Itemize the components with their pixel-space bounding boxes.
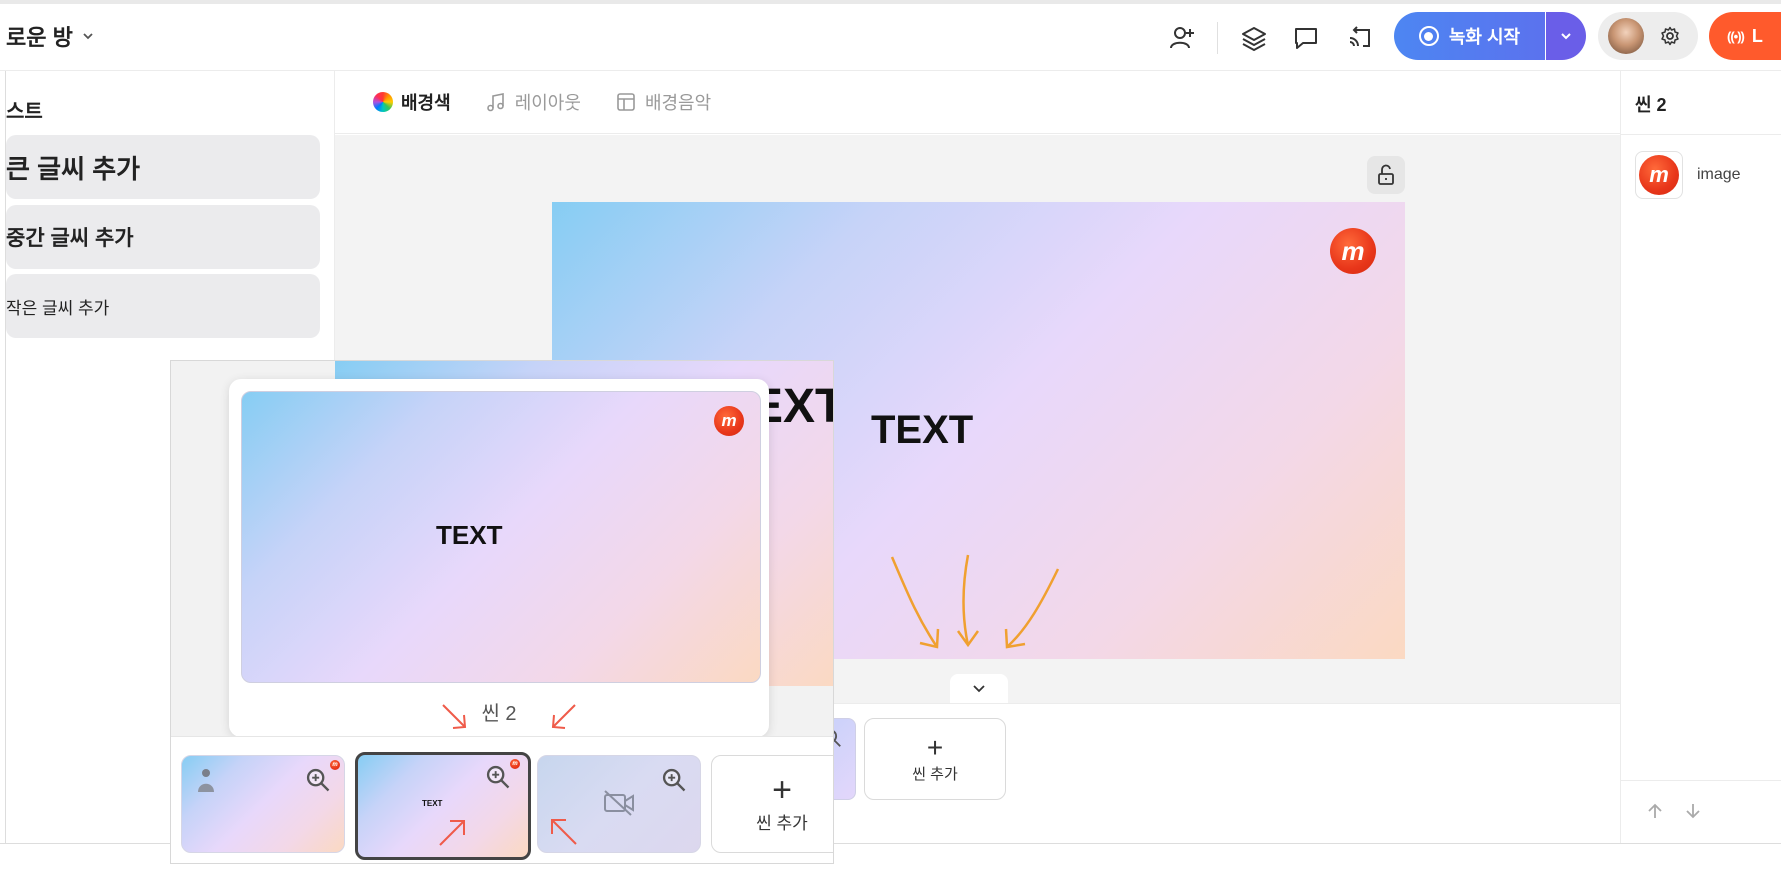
profile-settings-pill bbox=[1598, 12, 1698, 60]
person-figure-icon bbox=[194, 766, 218, 794]
sidebar-item-medium-text[interactable]: 중간 글씨 추가 bbox=[6, 205, 320, 269]
chat-icon[interactable] bbox=[1288, 20, 1324, 56]
add-scene-label: 씬 추가 bbox=[912, 765, 958, 783]
room-title-dropdown[interactable]: 로운 방 bbox=[6, 20, 95, 52]
record-button-group: 녹화 시작 bbox=[1394, 12, 1586, 60]
tab-label: 배경색 bbox=[401, 93, 451, 113]
chevron-down-icon bbox=[1561, 33, 1571, 40]
scene-thumb-1[interactable]: m bbox=[181, 755, 345, 853]
plus-icon: + bbox=[926, 731, 944, 763]
add-scene-label: 씬 추가 bbox=[756, 813, 808, 833]
header-bar: 로운 방 녹화 시작 ((•)) L bbox=[0, 4, 1781, 71]
record-start-button[interactable]: 녹화 시작 bbox=[1394, 12, 1545, 60]
preview-text: TEXT bbox=[436, 520, 503, 550]
layer-order-controls bbox=[1645, 801, 1703, 821]
sidebar-item-small-text[interactable]: 작은 글씨 추가 bbox=[6, 274, 320, 338]
zoom-inset: EXT m TEXT 씬 2 m TEXT m bbox=[170, 360, 834, 864]
tab-background-color[interactable]: 배경색 bbox=[373, 89, 451, 115]
sidebar-item-label: 작은 글씨 추가 bbox=[6, 298, 110, 318]
mobizen-logo: m bbox=[330, 760, 340, 770]
mobizen-logo: m bbox=[510, 759, 520, 769]
arrow-down-icon[interactable] bbox=[1683, 801, 1703, 821]
mobizen-logo: m bbox=[1639, 155, 1679, 195]
header-divider bbox=[1217, 22, 1218, 54]
thumb-text: TEXT bbox=[422, 799, 443, 808]
zoom-in-icon[interactable] bbox=[660, 766, 688, 794]
invite-user-icon[interactable] bbox=[1164, 20, 1200, 56]
sidebar-item-label: 큰 글씨 추가 bbox=[6, 153, 141, 184]
popup-pointer-arrows bbox=[442, 704, 576, 729]
scene-preview-popup: m TEXT 씬 2 bbox=[229, 379, 769, 743]
chevron-down-icon bbox=[973, 685, 985, 693]
mobizen-logo[interactable]: m bbox=[1330, 228, 1376, 274]
layer-label: image bbox=[1697, 166, 1741, 183]
tab-background-music[interactable]: 배경음악 bbox=[615, 89, 711, 115]
scene-preview-canvas[interactable]: m TEXT bbox=[241, 391, 761, 683]
live-button[interactable]: ((•)) L bbox=[1709, 12, 1781, 60]
arrows-decoration bbox=[890, 554, 1060, 649]
tab-layout[interactable]: 레이아웃 bbox=[485, 89, 581, 115]
right-panel: 씬 2 m image bbox=[1621, 71, 1781, 843]
layout-icon bbox=[617, 93, 635, 111]
sidebar-section-title: 스트 bbox=[6, 101, 43, 123]
room-title: 로운 방 bbox=[6, 25, 73, 50]
chevron-down-icon bbox=[83, 33, 93, 40]
zoom-in-icon[interactable] bbox=[304, 766, 332, 794]
sidebar-item-label: 중간 글씨 추가 bbox=[6, 227, 134, 250]
live-label: L bbox=[1751, 25, 1763, 46]
layer-item-image[interactable]: m image bbox=[1635, 151, 1741, 199]
scene-thumb-2[interactable]: TEXT m bbox=[355, 752, 531, 860]
add-scene-button[interactable]: + 씬 추가 bbox=[864, 718, 1006, 800]
canvas-toolbar: 배경색 레이아웃 배경음악 bbox=[335, 71, 1620, 134]
record-icon bbox=[1418, 26, 1439, 46]
broadcast-icon: ((•)) bbox=[1727, 28, 1745, 44]
zoom-in-icon[interactable] bbox=[484, 763, 512, 791]
pointer-arrow-icon bbox=[551, 819, 577, 845]
gear-icon[interactable] bbox=[1658, 24, 1682, 48]
music-note-icon bbox=[486, 93, 504, 112]
pointer-arrow-icon bbox=[439, 820, 465, 846]
mobizen-logo: m bbox=[714, 406, 744, 436]
camera-off-icon bbox=[604, 790, 634, 816]
collapse-strip-button[interactable] bbox=[950, 674, 1008, 704]
color-wheel-icon bbox=[373, 92, 393, 112]
plus-icon: + bbox=[772, 770, 792, 809]
arrow-up-icon[interactable] bbox=[1645, 801, 1665, 821]
right-panel-title: 씬 2 bbox=[1635, 95, 1667, 115]
unlock-icon[interactable] bbox=[1367, 156, 1405, 194]
record-options-button[interactable] bbox=[1546, 12, 1586, 60]
sidebar-item-large-text[interactable]: 큰 글씨 추가 bbox=[6, 135, 320, 199]
scene-thumb-3[interactable] bbox=[537, 755, 701, 853]
inset-add-scene-button[interactable]: + 씬 추가 bbox=[711, 755, 833, 853]
inset-scene-strip: m TEXT m + 씬 추가 bbox=[171, 736, 833, 863]
tab-label: 레이아웃 bbox=[514, 93, 581, 113]
canvas-text[interactable]: TEXT bbox=[871, 408, 973, 453]
cast-icon[interactable] bbox=[1342, 20, 1378, 56]
record-label: 녹화 시작 bbox=[1448, 27, 1521, 47]
tab-label: 배경음악 bbox=[644, 93, 712, 113]
avatar[interactable] bbox=[1608, 18, 1644, 54]
layers-icon[interactable] bbox=[1236, 20, 1272, 56]
